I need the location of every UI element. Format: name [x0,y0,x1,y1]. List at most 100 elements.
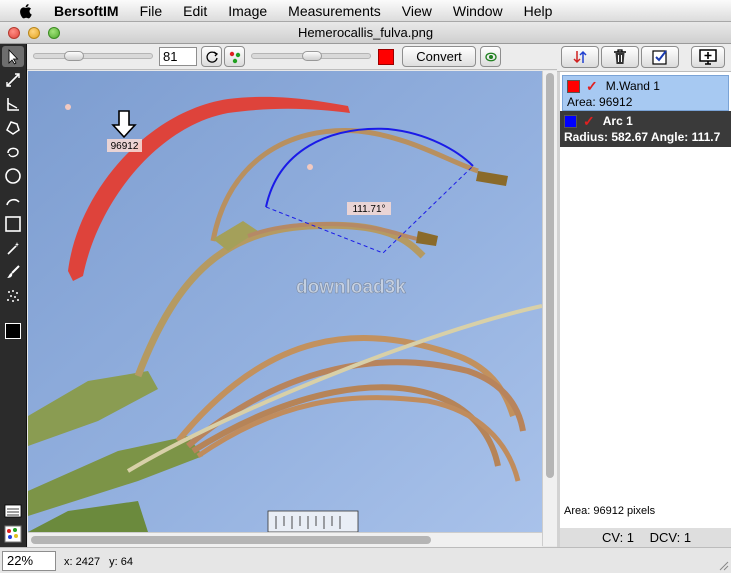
image-canvas[interactable]: 96912 111.71° download3k [28,71,542,532]
palette-tool[interactable] [2,523,24,544]
zoom-field[interactable]: 22% [2,551,56,571]
visible-check-icon[interactable]: ✓ [586,78,598,95]
menu-edit[interactable]: Edit [183,3,207,19]
menu-window[interactable]: Window [453,3,503,19]
menu-bersoftim[interactable]: BersoftIM [54,3,119,19]
cursor-coordinates: x: 2427 y: 64 [64,556,139,568]
polygon-icon [6,120,20,135]
window-titlebar: Hemerocallis_fulva.png [0,22,731,44]
arc-icon [6,198,20,205]
color-points-icon [229,51,240,63]
angle-label: 111.71° [347,202,391,215]
vertical-scroll-thumb[interactable] [546,73,554,478]
canvas-horizontal-scrollbar[interactable] [28,532,542,547]
arc-tool[interactable] [2,189,24,210]
contrast-slider[interactable] [251,51,371,61]
zoom-window-button[interactable] [48,27,60,39]
resize-grip-icon[interactable] [717,559,729,571]
cursor-y: y: 64 [109,556,134,568]
menu-image[interactable]: Image [228,3,267,19]
measurement-name: Arc 1 [602,114,633,128]
image-controls-bar: 81 Convert [27,44,557,70]
ruler-line-icon [6,72,20,87]
delete-measurement-button[interactable] [601,46,639,68]
current-color-swatch[interactable] [378,49,394,65]
segment-button[interactable] [480,46,501,67]
contrast-slider-knob[interactable] [302,51,322,61]
close-window-button[interactable] [8,27,20,39]
checkbox-check-icon [652,50,667,65]
measurement-color-swatch [567,79,580,93]
brush-tool[interactable] [2,261,24,282]
convert-button[interactable]: Convert [402,46,476,67]
magic-wand-icon [7,241,19,255]
spray-icon [7,289,19,302]
rectangle-icon [5,215,21,232]
cursor-x: x: 2427 [64,556,101,568]
window-title: Hemerocallis_fulva.png [297,25,434,40]
color-swatch-tool[interactable] [2,320,24,341]
rotate-button[interactable] [201,46,222,67]
brightness-slider-knob[interactable] [64,51,84,61]
measurement-detail: Area: 96912 [567,95,633,109]
svg-text:96912: 96912 [111,141,139,152]
menu-measurements[interactable]: Measurements [288,3,381,19]
select-all-button[interactable] [641,46,679,68]
dcv-value: DCV: 1 [649,530,692,545]
line-tool[interactable] [2,69,24,90]
polygon-tool[interactable] [2,117,24,138]
measurement-item-mwand-1[interactable]: ✓ M.Wand 1 Area: 96912 [562,75,729,111]
menu-view[interactable]: View [402,3,432,19]
segment-icon [484,52,497,61]
measurement-detail: Radius: 582.67 Angle: 111.7 [564,130,721,144]
freehand-tool[interactable] [2,141,24,162]
color-points-button[interactable] [224,46,245,67]
image-view[interactable]: 96912 111.71° download3k [28,71,542,532]
trash-icon [614,49,626,64]
measurement-name: M.Wand 1 [605,79,660,93]
measurements-toolbar [557,44,731,72]
minimize-window-button[interactable] [28,27,40,39]
color-palette-icon [4,525,22,542]
apple-icon[interactable] [18,3,34,19]
svg-text:111.71°: 111.71° [352,204,385,215]
menu-file[interactable]: File [140,3,163,19]
brightness-slider[interactable] [33,51,153,61]
export-display-button[interactable] [691,46,725,68]
angle-icon [7,97,19,111]
canvas-vertical-scrollbar[interactable] [542,71,557,546]
status-bar: 22% x: 2427 y: 64 [0,547,731,573]
measurements-list[interactable]: ✓ M.Wand 1 Area: 96912 ✓ Arc 1 Radius: 5… [560,72,731,528]
point-marker[interactable] [65,104,71,110]
area-label: 96912 [107,139,142,152]
brush-icon [7,264,20,278]
magic-wand-tool[interactable] [2,237,24,258]
visible-check-icon[interactable]: ✓ [583,113,595,130]
spray-tool[interactable] [2,285,24,306]
menu-help[interactable]: Help [524,3,553,19]
arrow-pointer-icon [8,48,19,65]
tool-palette [0,44,27,548]
measurement-color-swatch [564,114,577,128]
pointer-tool[interactable] [2,46,24,67]
sort-measurements-button[interactable] [561,46,599,68]
sort-arrows-icon [573,50,587,64]
cv-dcv-bar: CV: 1 DCV: 1 [560,528,731,547]
rectangle-tool[interactable] [2,213,24,234]
menu-bar: BersoftIM File Edit Image Measurements V… [0,0,731,22]
circle-icon [5,167,21,184]
calibration-tool[interactable] [2,500,24,521]
color-swatch-icon [5,322,21,339]
threshold-value-field[interactable]: 81 [159,47,197,66]
scale-calibration-icon [4,504,22,517]
watermark: download3k [296,277,407,299]
ellipse-tool[interactable] [2,165,24,186]
cv-value: CV: 1 [602,530,635,545]
svg-text:download3k: download3k [296,277,406,298]
rotate-icon [205,50,218,63]
point-marker[interactable] [307,164,313,170]
angle-tool[interactable] [2,93,24,114]
freehand-icon [7,147,19,157]
measurement-item-arc-1[interactable]: ✓ Arc 1 Radius: 582.67 Angle: 111.7 [560,111,731,147]
horizontal-scroll-thumb[interactable] [31,536,431,544]
